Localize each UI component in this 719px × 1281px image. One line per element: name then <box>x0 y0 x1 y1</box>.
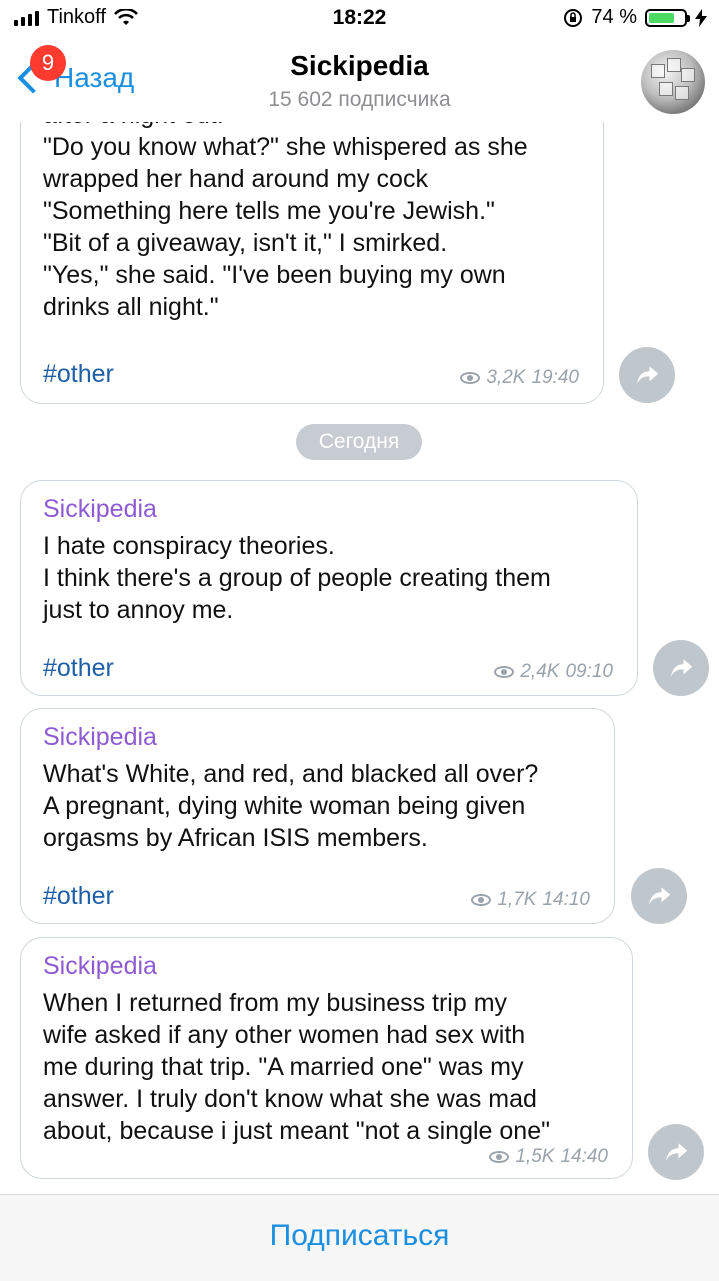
message-time: 14:40 <box>560 1146 608 1167</box>
status-bar: Tinkoff 18:22 74 % <box>0 0 719 40</box>
view-count: 1,7K <box>497 889 537 910</box>
charging-bolt-icon <box>695 8 707 27</box>
view-count: 2,4K <box>520 661 560 682</box>
message-bubble[interactable]: after a night out. "Do you know what?" s… <box>20 122 604 404</box>
share-arrow-icon <box>671 659 693 677</box>
message-time: 09:10 <box>565 661 613 682</box>
battery-area: 74 % <box>563 6 707 29</box>
share-arrow-icon <box>666 1143 688 1161</box>
date-divider: Сегодня <box>296 424 422 460</box>
message-bubble[interactable]: Sickipedia When I returned from my busin… <box>20 937 633 1179</box>
view-count: 1,5K <box>515 1146 555 1167</box>
hashtag-link[interactable]: #other <box>43 882 114 911</box>
battery-icon <box>645 8 690 27</box>
message-list[interactable]: after a night out. "Do you know what?" s… <box>0 122 719 1194</box>
message-text: When I returned from my business trip my… <box>43 989 550 1145</box>
hashtag-link[interactable]: #other <box>43 360 114 389</box>
unread-badge: 9 <box>30 45 66 81</box>
rotation-lock-icon <box>564 8 583 27</box>
share-arrow-icon <box>649 887 671 905</box>
message-bubble[interactable]: Sickipedia What's White, and red, and bl… <box>20 708 615 924</box>
message-time: 19:40 <box>531 367 579 388</box>
message-author[interactable]: Sickipedia <box>43 723 592 752</box>
share-arrow-icon <box>637 366 659 384</box>
battery-level <box>649 12 675 23</box>
share-button[interactable] <box>619 347 675 403</box>
views-icon <box>460 372 481 384</box>
message-meta: 1,5K 14:40 <box>489 1146 608 1168</box>
views-icon <box>494 666 515 678</box>
message-text: I hate conspiracy theories. I think ther… <box>43 532 551 624</box>
subscriber-count: 15 602 подписчика <box>268 88 451 111</box>
message-author[interactable]: Sickipedia <box>43 495 615 524</box>
message-time: 14:10 <box>542 889 590 910</box>
message-meta: 1,7K 14:10 <box>471 889 590 911</box>
message-author[interactable]: Sickipedia <box>43 952 610 981</box>
bottom-bar: Подписаться <box>0 1194 719 1281</box>
views-icon <box>471 894 492 906</box>
share-button[interactable] <box>631 868 687 924</box>
subscribe-button[interactable]: Подписаться <box>0 1219 719 1253</box>
message-meta: 2,4K 09:10 <box>494 661 613 683</box>
battery-percent: 74 % <box>591 6 637 28</box>
share-button[interactable] <box>653 640 709 696</box>
view-count: 3,2K <box>486 367 526 388</box>
message-bubble[interactable]: Sickipedia I hate conspiracy theories. I… <box>20 480 638 696</box>
message-meta: 3,2K 19:40 <box>460 367 579 389</box>
message-text: after a night out. "Do you know what?" s… <box>43 122 528 321</box>
hashtag-link[interactable]: #other <box>43 654 114 683</box>
share-button[interactable] <box>648 1124 704 1180</box>
channel-title[interactable]: Sickipedia <box>0 50 719 82</box>
channel-avatar[interactable] <box>641 50 705 114</box>
message-text: What's White, and red, and blacked all o… <box>43 760 539 852</box>
nav-header: Назад 9 Sickipedia 15 602 подписчика <box>0 40 719 122</box>
views-icon <box>489 1151 510 1163</box>
